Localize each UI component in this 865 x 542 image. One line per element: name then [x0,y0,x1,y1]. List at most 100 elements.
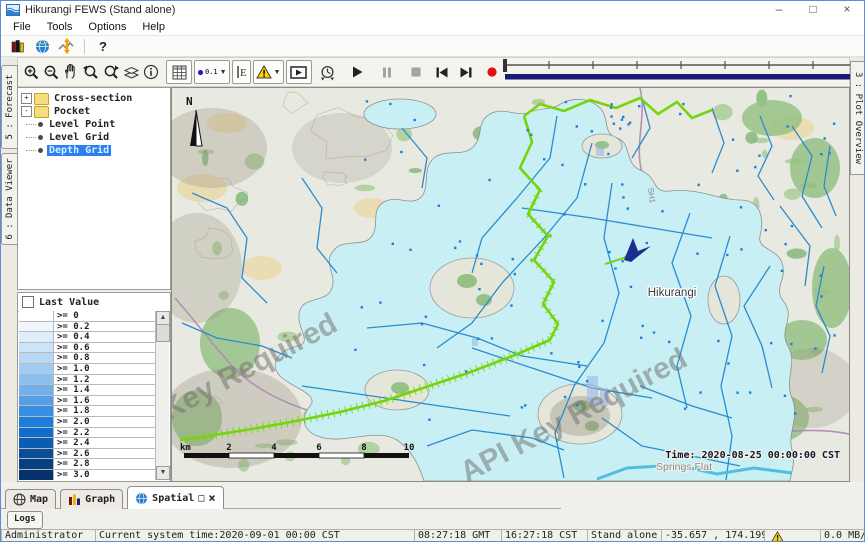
pause-button[interactable] [377,61,397,83]
zoom-previous-icon[interactable] [81,61,101,83]
legend-row: >= 1.4 [19,385,156,396]
tree-item-level-point[interactable]: Level Point [18,118,170,131]
tree-item-label: Depth Grid [47,145,111,156]
map-globe-icon[interactable] [30,37,54,56]
bar-chart-icon [68,493,81,506]
legend-color-swatch [19,449,54,460]
stop-button[interactable] [406,61,426,83]
legend-panel: Last Value >= 0>= 0.2>= 0.4>= 0.6>= 0.8>… [17,292,171,482]
tab-graph[interactable]: Graph [60,489,123,509]
logs-button[interactable]: Logs [7,511,43,529]
tab-spatial[interactable]: Spatial □ × [127,486,223,509]
scalebar-button[interactable]: E [232,60,251,84]
tree-item-pocket[interactable]: -Pocket [18,105,170,118]
status-mode: Stand alone [587,529,662,542]
tab-forecast[interactable]: 5 : Forecast [1,65,18,149]
chevron-down-icon: ▼ [220,69,227,76]
legend-row: >= 0.8 [19,353,156,364]
menu-tools[interactable]: Tools [39,19,81,35]
menu-file[interactable]: File [5,19,39,35]
status-warning[interactable] [764,529,821,542]
tab-map[interactable]: Map [5,489,56,509]
app-window: Hikurangi FEWS (Stand alone) – □ × File … [0,0,865,542]
help-button[interactable]: ? [91,37,115,56]
tree-item-depth-grid[interactable]: Depth Grid [18,144,170,157]
legend-row-label: >= 0.6 [54,343,156,354]
minimize-button[interactable]: – [762,1,796,19]
legend-row-label: >= 2.6 [54,449,156,460]
status-download-rate: 0.0 MB/s [820,529,865,542]
last-value-label: Last Value [39,297,99,308]
timeseries-dialog-icon[interactable] [54,37,78,56]
map-toolbar: 0.1 ▼ E ▼ [17,57,850,87]
close-button[interactable]: × [830,1,864,19]
legend-row-label: >= 1.2 [54,375,156,386]
bottom-tab-zone: Map Graph Spatial □ × Logs [1,482,865,529]
legend-row-label: >= 2.8 [54,459,156,470]
record-button[interactable] [482,61,502,83]
legend-row-label: >= 0.8 [54,353,156,364]
menu-bar: File Tools Options Help [1,19,864,36]
status-user: Administrator [1,529,96,542]
legend-color-swatch [19,470,54,480]
zoom-in-icon[interactable] [21,61,41,83]
legend-row-label: >= 1.6 [54,396,156,407]
tab-plot-overview[interactable]: 3 : Plot Overview [850,61,865,175]
status-gmt-time: 08:27:18 GMT [414,529,502,542]
tree-expander-icon[interactable]: + [21,93,32,104]
pan-hand-icon[interactable] [61,61,81,83]
legend-color-swatch [19,353,54,364]
legend-scrollbar[interactable]: ▲ ▼ [155,311,169,480]
legend-color-swatch [19,459,54,470]
status-system-time: Current system time:2020-09-01 00:00 CST [95,529,415,542]
tree-expander-icon[interactable]: - [21,106,32,117]
legend-row-label: >= 2.2 [54,428,156,439]
svg-text:N: N [186,95,193,108]
restore-pane-icon[interactable]: □ [198,493,204,504]
tab-data-viewer-label: 6 : Data Viewer [3,154,18,244]
status-local-time: 16:27:18 CST [501,529,588,542]
layers-icon[interactable] [121,61,141,83]
explorer-icon[interactable] [6,37,30,56]
step-forward-button[interactable] [456,61,476,83]
legend-row: >= 2.2 [19,428,156,439]
tab-data-viewer[interactable]: 6 : Data Viewer [1,153,18,245]
scrollbar-thumb[interactable] [156,324,170,342]
step-back-button[interactable] [432,61,452,83]
tree-connector [26,124,36,126]
layer-bullet-icon [38,135,43,140]
tree-item-cross-section[interactable]: + Cross-section [18,92,170,105]
close-tab-icon[interactable]: × [208,491,215,505]
last-value-checkbox[interactable] [22,296,34,308]
legend-row: >= 0.2 [19,322,156,333]
maximize-button[interactable]: □ [796,1,830,19]
time-slider[interactable] [502,58,864,87]
zoom-next-icon[interactable] [101,61,121,83]
thresholds-dropdown[interactable]: ▼ [253,60,284,84]
grid-display-button[interactable] [166,60,192,84]
time-step-clock-icon[interactable] [318,61,338,83]
zoom-out-icon[interactable] [41,61,61,83]
legend-color-swatch [19,364,54,375]
area-label: Springs Flat [656,461,712,473]
map-canvas[interactable]: SH1 Hikurangi Springs Flat API Key Requi… [171,87,850,482]
info-icon[interactable] [141,61,161,83]
legend-row-label: >= 1.0 [54,364,156,375]
tab-plot-overview-label: 3 : Plot Overview [850,62,865,174]
play-button[interactable] [348,61,368,83]
scroll-up-icon[interactable]: ▲ [156,311,170,325]
tree-item-label: Level Point [47,119,117,130]
classbreaks-dropdown[interactable]: 0.1 ▼ [194,60,230,84]
scroll-down-icon[interactable]: ▼ [156,466,170,480]
tree-item-label: Cross-section [52,93,134,104]
legend-row-label: >= 0 [54,311,156,322]
menu-help[interactable]: Help [134,19,173,35]
main-toolbar: ? [1,36,864,57]
tree-item-level-grid[interactable]: Level Grid [18,131,170,144]
animation-movie-button[interactable] [286,60,312,84]
legend-list: >= 0>= 0.2>= 0.4>= 0.6>= 0.8>= 1.0>= 1.2… [19,311,156,480]
title-bar: Hikurangi FEWS (Stand alone) – □ × [1,1,864,19]
menu-options[interactable]: Options [80,19,134,35]
time-slider-thumb [503,59,507,72]
legend-color-swatch [19,417,54,428]
